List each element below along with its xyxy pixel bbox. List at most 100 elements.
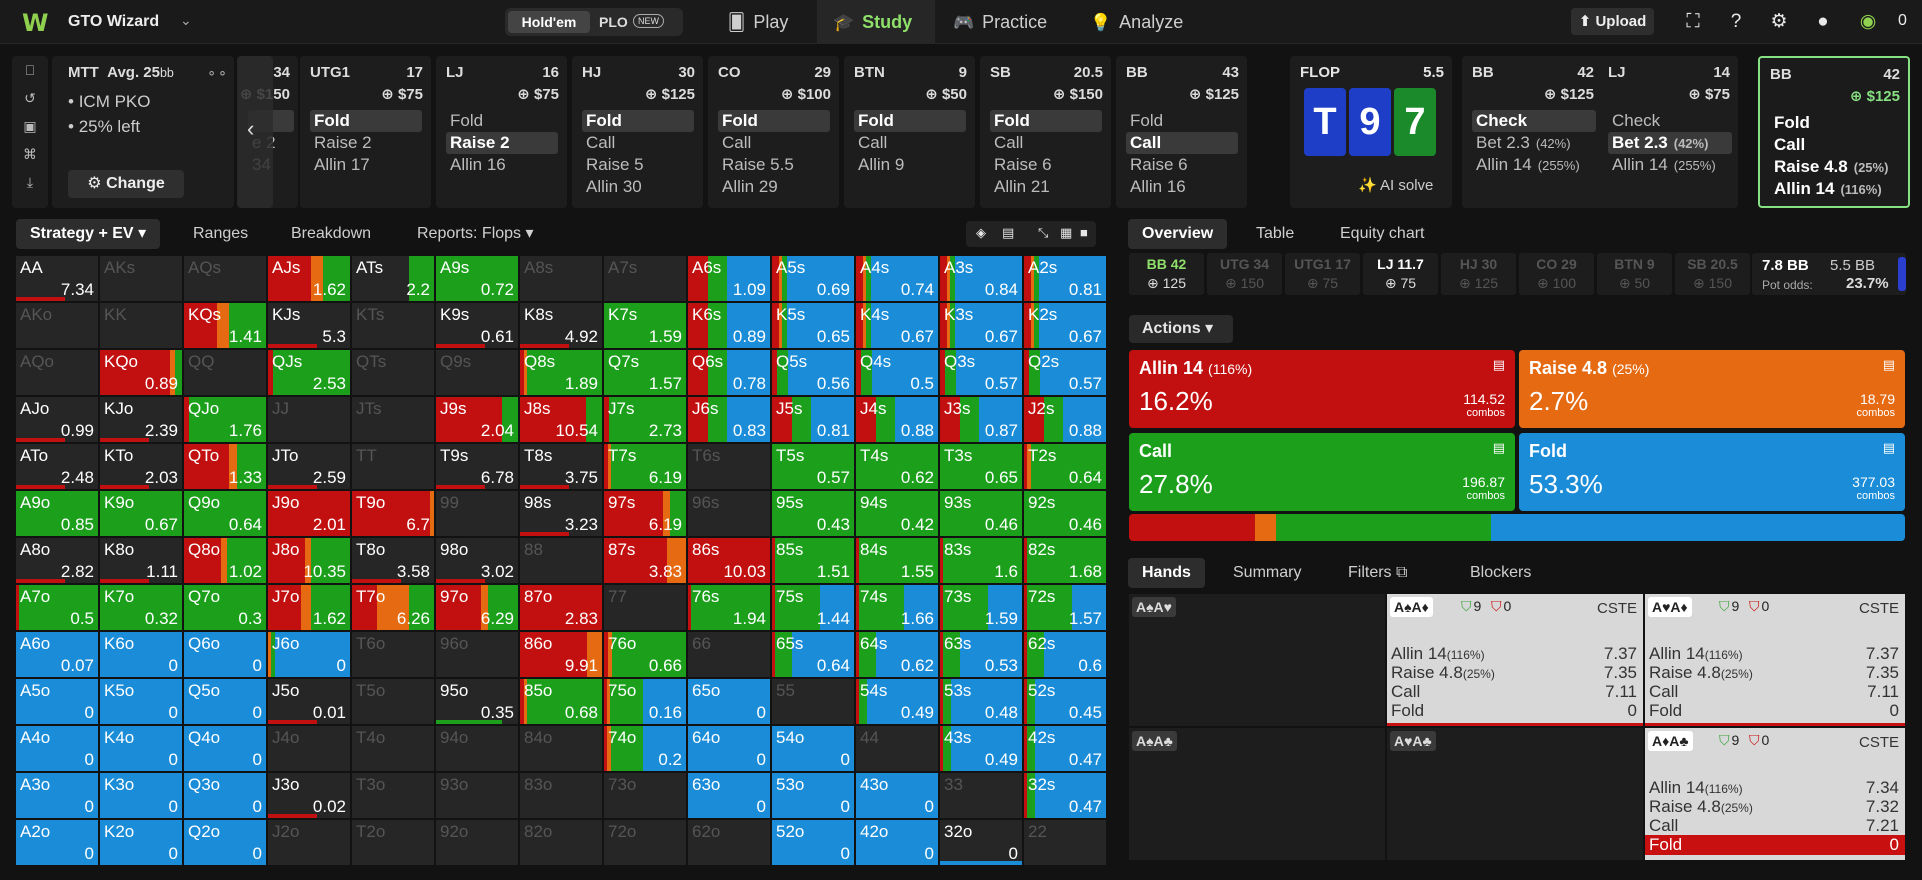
hand-cell-q8s[interactable]: Q8s 1.89 <box>520 350 602 395</box>
tab-reports[interactable]: Reports: Flops ▾ <box>417 219 534 249</box>
hand-cell-93o[interactable]: 93o <box>436 773 518 818</box>
node-hj[interactable]: HJ 30 ⊕ $125 Fold Call Raise 5 Allin 30 <box>572 56 703 208</box>
hand-cell-94s[interactable]: 94s 0.42 <box>856 491 938 536</box>
chevron-down-icon[interactable]: ⌄ <box>180 12 192 29</box>
hand-combo[interactable]: A♠A♣ <box>1129 728 1385 860</box>
holdem-toggle[interactable]: Hold'em <box>508 11 590 33</box>
hand-cell-q8o[interactable]: Q8o 1.02 <box>184 538 266 583</box>
hand-cell-q2o[interactable]: Q2o 0 <box>184 820 266 865</box>
node-option[interactable]: Call <box>1770 134 1908 156</box>
tab-strategy-ev[interactable]: Strategy + EV ▾ <box>16 219 161 249</box>
brand-name[interactable]: GTO Wizard <box>68 13 159 31</box>
node-option[interactable]: Allin 14 (255%) <box>1472 154 1596 176</box>
node-option[interactable]: Allin 21 <box>990 176 1102 198</box>
scroll-left-button[interactable]: ‹ <box>237 56 273 208</box>
node-option[interactable]: Call <box>582 132 694 154</box>
hand-cell-87s[interactable]: 87s 3.83 <box>604 538 686 583</box>
hand-cell-62s[interactable]: 62s 0.6 <box>1024 632 1106 677</box>
hand-cell-a4o[interactable]: A4o 0 <box>16 726 98 771</box>
hand-cell-52o[interactable]: 52o 0 <box>772 820 854 865</box>
hand-cell-94o[interactable]: 94o <box>436 726 518 771</box>
hand-cell-t5s[interactable]: T5s 0.57 <box>772 444 854 489</box>
hand-cell-k4o[interactable]: K4o 0 <box>100 726 182 771</box>
nav-play[interactable]: 🂠 Play <box>728 0 818 44</box>
node-utg1[interactable]: UTG1 17 ⊕ $75 Fold Raise 2 Allin 17 <box>300 56 431 208</box>
hand-cell-qts[interactable]: QTs <box>352 350 434 395</box>
save-icon[interactable]: ▣ <box>12 112 48 140</box>
hand-cell-a7s[interactable]: A7s <box>604 256 686 301</box>
flop-node[interactable]: FLOP 5.5 T 9 7 ✨ AI solve <box>1290 56 1452 208</box>
node-option[interactable]: Raise 6 <box>1126 154 1238 176</box>
hand-cell-k4s[interactable]: K4s 0.67 <box>856 303 938 348</box>
hand-cell-aqo[interactable]: AQo <box>16 350 98 395</box>
action-card-fold[interactable]: Fold 53.3% 377.03 combos ▤ <box>1519 433 1905 511</box>
hand-cell-93s[interactable]: 93s 0.46 <box>940 491 1022 536</box>
hand-cell-j4s[interactable]: J4s 0.88 <box>856 397 938 442</box>
hand-cell-j9o[interactable]: J9o 2.01 <box>268 491 350 536</box>
hand-cell-t2s[interactable]: T2s 0.64 <box>1024 444 1106 489</box>
node-option[interactable]: Raise 4.8 (25%) <box>1770 156 1908 178</box>
account-icon[interactable]: ● <box>1811 10 1835 34</box>
hand-cell-k2o[interactable]: K2o 0 <box>100 820 182 865</box>
hand-cell-t6s[interactable]: T6s <box>688 444 770 489</box>
tab-filters[interactable]: Filters ⧉ <box>1348 558 1407 588</box>
tab-equity-chart[interactable]: Equity chart <box>1340 219 1424 249</box>
hand-cell-42o[interactable]: 42o 0 <box>856 820 938 865</box>
tab-summary[interactable]: Summary <box>1233 558 1301 588</box>
hand-cell-kqo[interactable]: KQo 0.89 <box>100 350 182 395</box>
hand-cell-q2s[interactable]: Q2s 0.57 <box>1024 350 1106 395</box>
hand-cell-ako[interactable]: AKo <box>16 303 98 348</box>
gear-icon[interactable]: ⚙ <box>1767 10 1791 34</box>
hand-cell-kjs[interactable]: KJs 5.3 <box>268 303 350 348</box>
hand-cell-a3s[interactable]: A3s 0.84 <box>940 256 1022 301</box>
hand-cell-98o[interactable]: 98o 3.02 <box>436 538 518 583</box>
hand-cell-qjo[interactable]: QJo 1.76 <box>184 397 266 442</box>
details-icon[interactable]: ▤ <box>1493 357 1505 373</box>
hand-cell-74o[interactable]: 74o 0.2 <box>604 726 686 771</box>
hand-cell-k8o[interactable]: K8o 1.11 <box>100 538 182 583</box>
plo-toggle[interactable]: PLO <box>599 11 628 33</box>
hand-cell-kqs[interactable]: KQs 1.41 <box>184 303 266 348</box>
collapse-icon[interactable]: ⤓ <box>12 168 48 196</box>
hand-cell-52s[interactable]: 52s 0.45 <box>1024 679 1106 724</box>
hand-cell-76o[interactable]: 76o 0.66 <box>604 632 686 677</box>
node-option[interactable]: Allin 17 <box>310 154 422 176</box>
hand-cell-qjs[interactable]: QJs 2.53 <box>268 350 350 395</box>
hand-cell-k6o[interactable]: K6o 0 <box>100 632 182 677</box>
hand-cell-33[interactable]: 33 <box>940 773 1022 818</box>
details-icon[interactable]: ▤ <box>1883 440 1895 456</box>
hand-cell-63s[interactable]: 63s 0.53 <box>940 632 1022 677</box>
split-view-icon[interactable]: ▤ <box>1002 225 1014 241</box>
hand-cell-j5s[interactable]: J5s 0.81 <box>772 397 854 442</box>
node-option[interactable]: Raise 2 <box>446 132 558 154</box>
hand-cell-88[interactable]: 88 <box>520 538 602 583</box>
postflop-node-lj[interactable]: LJ 14 ⊕ $75 Check Bet 2.3 (42%) Allin 14 (255%) <box>1598 56 1738 208</box>
hand-cell-q4s[interactable]: Q4s 0.5 <box>856 350 938 395</box>
hand-cell-54o[interactable]: 54o 0 <box>772 726 854 771</box>
hand-cell-t8s[interactable]: T8s 3.75 <box>520 444 602 489</box>
hand-cell-q9s[interactable]: Q9s <box>436 350 518 395</box>
node-option[interactable]: Allin 16 <box>446 154 558 176</box>
hand-cell-k9s[interactable]: K9s 0.61 <box>436 303 518 348</box>
hand-cell-82s[interactable]: 82s 1.68 <box>1024 538 1106 583</box>
hand-cell-j4o[interactable]: J4o <box>268 726 350 771</box>
node-option[interactable]: Allin 16 <box>1126 176 1238 198</box>
hand-cell-83o[interactable]: 83o <box>520 773 602 818</box>
hand-cell-54s[interactable]: 54s 0.49 <box>856 679 938 724</box>
hand-cell-kjo[interactable]: KJo 2.39 <box>100 397 182 442</box>
node-option[interactable]: Bet 2.3 (42%) <box>1608 132 1732 154</box>
node-option[interactable]: Allin 9 <box>854 154 966 176</box>
hand-cell-j7o[interactable]: J7o 1.62 <box>268 585 350 630</box>
player-slot[interactable]: SB 20.5 ⊕ 150 <box>1675 253 1750 295</box>
node-option[interactable]: Fold <box>1126 110 1238 132</box>
change-button[interactable]: ⚙ Change <box>68 170 184 198</box>
node-option[interactable]: Fold <box>310 110 422 132</box>
nav-practice[interactable]: 🎮 Practice <box>953 0 1068 44</box>
hand-cell-95o[interactable]: 95o 0.35 <box>436 679 518 724</box>
hand-cell-75o[interactable]: 75o 0.16 <box>604 679 686 724</box>
hand-combo[interactable]: A♦A♣ ⛉ 9 ⛉ 0 CSTE Allin 14(116%) 7.34 Raise 4.8(… <box>1645 728 1905 860</box>
player-slot[interactable]: BB 42 ⊕ 125 <box>1129 253 1204 295</box>
chips-icon[interactable]: ⚬⚬ <box>206 66 228 82</box>
hand-cell-85o[interactable]: 85o 0.68 <box>520 679 602 724</box>
ai-solve-button[interactable]: ✨ AI solve <box>1358 176 1433 194</box>
